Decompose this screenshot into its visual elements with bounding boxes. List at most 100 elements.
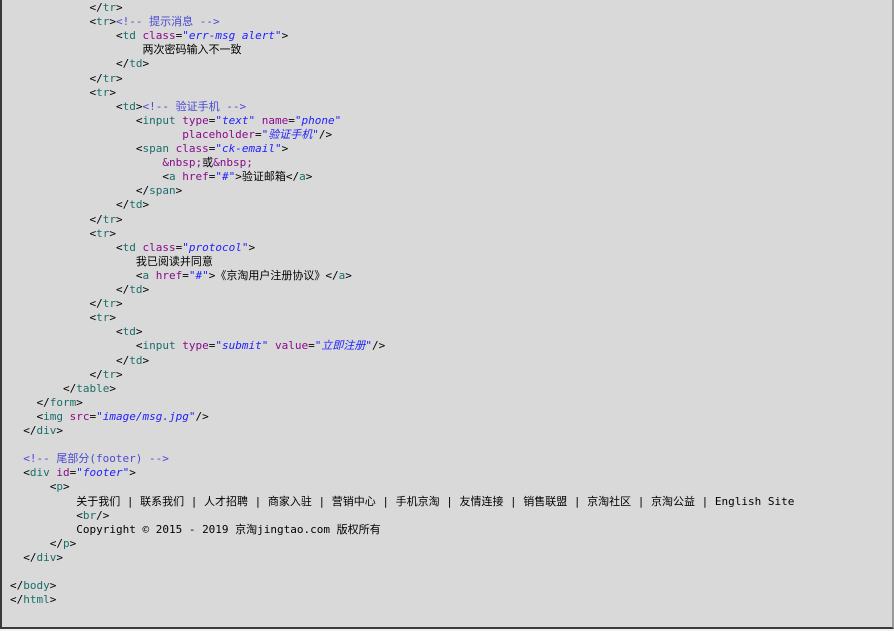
- code-token: >: [142, 198, 150, 212]
- code-token: </: [115, 57, 130, 71]
- code-line: </tr>: [10, 212, 122, 227]
- code-token: </: [89, 367, 103, 381]
- code-token: />: [195, 409, 209, 423]
- code-token: body: [23, 579, 50, 593]
- code-token: >: [49, 579, 57, 593]
- code-token: span: [149, 184, 176, 198]
- code-token: td: [129, 198, 143, 212]
- code-line: <tr>: [10, 85, 116, 100]
- code-token: td: [122, 29, 136, 43]
- code-token: >: [115, 71, 123, 85]
- code-token: td: [129, 283, 143, 296]
- code-token: >: [305, 170, 313, 184]
- code-token: "#": [188, 268, 209, 282]
- code-token: html: [23, 593, 50, 607]
- code-line: <td><!-- 验证手机 -->: [10, 99, 246, 114]
- code-token: "protocol": [182, 240, 249, 254]
- code-token: </: [10, 579, 24, 593]
- code-token: img: [43, 409, 63, 423]
- code-token: "phone": [294, 113, 342, 127]
- code-token: td: [122, 99, 136, 113]
- code-line: </td>: [10, 197, 149, 212]
- code-token: >: [63, 480, 70, 494]
- code-token: 验证邮箱: [241, 170, 286, 184]
- code-token: >: [115, 367, 123, 381]
- code-token: br: [82, 508, 97, 522]
- code-token: class: [135, 29, 176, 43]
- code-token: <!-- 验证手机 -->: [142, 99, 247, 113]
- code-token: >: [281, 29, 289, 43]
- code-line: </tr>: [10, 367, 123, 382]
- code-line: <img src="image/msg.jpg"/>: [10, 409, 209, 424]
- code-token: >: [56, 550, 63, 564]
- code-token: >: [115, 1, 123, 14]
- code-token: >: [49, 593, 57, 607]
- code-token: name: [255, 113, 289, 127]
- code-line: placeholder="验证手机"/>: [10, 127, 332, 142]
- code-token: >: [76, 395, 83, 409]
- code-token: <: [76, 508, 83, 522]
- code-token: 两次密码输入不一致: [142, 43, 242, 57]
- code-token: </: [115, 283, 130, 296]
- code-token: &nbsp;: [213, 156, 253, 170]
- code-token: =: [255, 127, 262, 141]
- code-token: >: [345, 268, 352, 282]
- code-line: <tr><!-- 提示消息 -->: [10, 14, 220, 29]
- code-token: 我已阅读并同意: [135, 254, 213, 268]
- code-token: type: [175, 113, 209, 127]
- code-token: 《京淘用户注册协议》: [215, 268, 326, 282]
- code-token: td: [129, 353, 143, 367]
- code-token: a: [168, 170, 176, 184]
- code-token: div: [36, 550, 57, 564]
- code-token: <!-- 提示消息 -->: [115, 15, 220, 29]
- code-line: </td>: [10, 56, 149, 71]
- code-token: class: [168, 142, 209, 155]
- code-token: tr: [102, 212, 116, 226]
- code-token: td: [129, 57, 143, 71]
- code-line: <div id="footer">: [10, 465, 136, 480]
- code-token: placeholder: [182, 127, 256, 141]
- code-token: type: [175, 339, 209, 353]
- code-token: >: [115, 297, 123, 311]
- code-token: >: [142, 57, 150, 71]
- code-token: tr: [102, 297, 116, 311]
- code-line: </form>: [10, 395, 83, 410]
- code-token: >: [109, 311, 116, 325]
- code-line: </tr>: [10, 296, 123, 311]
- code-line: <span class="ck-email">: [10, 141, 288, 156]
- code-line: <a href="#">验证邮箱</a>: [10, 169, 312, 184]
- code-line: </div>: [10, 550, 63, 565]
- code-token: </: [10, 593, 24, 607]
- code-line: <tr>: [10, 226, 116, 241]
- code-line: 我已阅读并同意: [10, 254, 213, 269]
- code-token: input: [142, 113, 176, 127]
- code-token: tr: [102, 1, 116, 14]
- code-token: </: [89, 297, 103, 311]
- code-token: table: [76, 381, 110, 395]
- code-token: input: [142, 339, 176, 353]
- code-token: tr: [96, 226, 110, 240]
- code-token: src: [63, 409, 90, 423]
- code-token: id: [49, 466, 70, 480]
